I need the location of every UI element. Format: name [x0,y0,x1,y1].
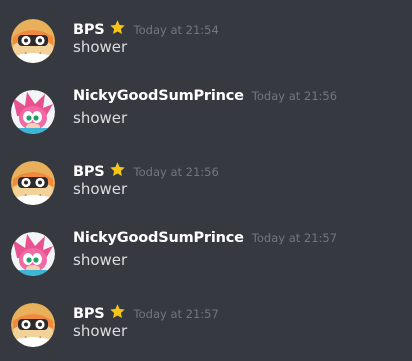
chat-message-list: BPS Today at 21:54 shower NickyGoodSumPr… [0,0,412,361]
timestamp[interactable]: Today at 21:57 [134,307,219,321]
star-icon [109,303,126,320]
avatar[interactable] [11,303,55,347]
bps-avatar-icon [11,161,55,205]
star-icon [109,161,126,178]
message: NickyGoodSumPrince Today at 21:57 shower [0,230,412,294]
username[interactable]: NickyGoodSumPrince [73,230,244,246]
star-icon [109,19,126,36]
message: BPS Today at 21:56 shower [0,159,412,223]
message-content: shower [73,109,128,127]
bps-avatar-icon [11,303,55,347]
username[interactable]: BPS [73,306,105,322]
message: BPS Today at 21:54 shower [0,17,412,81]
pink-hedgehog-avatar-icon [11,232,55,276]
message-header: NickyGoodSumPrince Today at 21:56 [73,88,337,108]
message-content: shower [73,180,128,198]
pink-hedgehog-avatar-icon [11,90,55,134]
message-content: shower [73,38,128,56]
timestamp[interactable]: Today at 21:56 [134,165,219,179]
timestamp[interactable]: Today at 21:57 [252,231,337,245]
message-header: BPS Today at 21:57 [73,301,219,322]
bps-avatar-icon [11,19,55,63]
message: BPS Today at 21:57 shower [0,301,412,361]
message-header: NickyGoodSumPrince Today at 21:57 [73,230,337,250]
timestamp[interactable]: Today at 21:54 [134,23,219,37]
avatar[interactable] [11,19,55,63]
message: NickyGoodSumPrince Today at 21:56 shower [0,88,412,152]
avatar[interactable] [11,161,55,205]
username[interactable]: NickyGoodSumPrince [73,88,244,104]
timestamp[interactable]: Today at 21:56 [252,89,337,103]
username[interactable]: BPS [73,22,105,38]
username[interactable]: BPS [73,164,105,180]
avatar[interactable] [11,90,55,134]
message-content: shower [73,251,128,269]
message-header: BPS Today at 21:54 [73,17,219,38]
message-content: shower [73,322,128,340]
message-header: BPS Today at 21:56 [73,159,219,180]
avatar[interactable] [11,232,55,276]
